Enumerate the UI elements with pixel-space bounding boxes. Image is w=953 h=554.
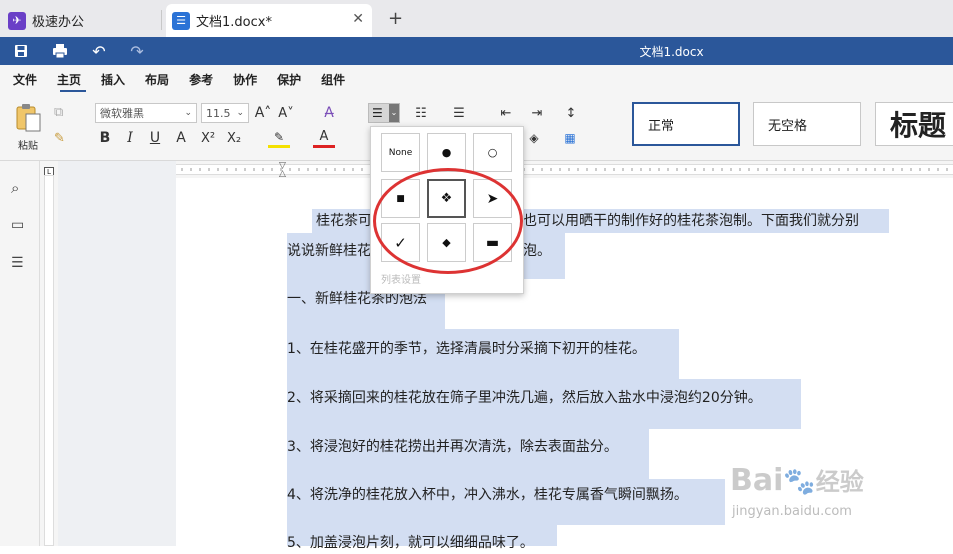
list-item: 5、加盖浸泡片刻，就可以细细品味了。 [287, 535, 534, 551]
decrease-indent-icon[interactable]: ⇤ [496, 103, 516, 123]
menu-insert[interactable]: 插入 [101, 71, 125, 88]
title-bar: ↶ ↷ 文档1.docx [0, 37, 953, 65]
shading-icon[interactable]: ◈ [524, 128, 544, 148]
vertical-ruler: L [40, 161, 58, 546]
filled-circle-icon: ● [441, 146, 452, 159]
horizontal-ruler: ▽ △ [176, 161, 953, 179]
bullet-none-label: None [388, 147, 413, 158]
tab-app-home[interactable]: ✈ 极速办公 [8, 4, 158, 37]
menu-collaborate[interactable]: 协作 [233, 71, 257, 88]
increase-indent-icon[interactable]: ⇥ [527, 103, 547, 123]
chevron-down-icon[interactable]: ⌄ [389, 104, 399, 122]
paragraph-line: 桂花茶可 [316, 213, 372, 229]
italic-button[interactable]: I [121, 128, 139, 148]
borders-icon[interactable]: ▦ [558, 128, 582, 148]
menu-plugins[interactable]: 组件 [321, 71, 345, 88]
ruler-ticks [181, 168, 948, 171]
watermark-brand-text-2: 经验 [815, 468, 864, 496]
font-name-select[interactable]: 微软雅黑 ⌄ [95, 103, 197, 123]
annotation-circle [373, 168, 523, 274]
tab-document[interactable]: ☰ 文档1.docx* ✕ [166, 4, 372, 37]
comments-icon[interactable]: ▭ [11, 217, 24, 233]
style-label: 标题 [890, 109, 947, 142]
multilevel-list-icon[interactable]: ☰ [446, 103, 472, 123]
strikethrough-button[interactable]: A [172, 128, 190, 148]
underline-button[interactable]: U [146, 128, 164, 148]
font-color-icon[interactable]: A [313, 128, 335, 148]
menu-layout[interactable]: 布局 [145, 71, 169, 88]
menu-file[interactable]: 文件 [13, 71, 37, 88]
paw-icon: 🐾 [783, 467, 816, 497]
style-no-spacing[interactable]: 无空格 [753, 102, 861, 146]
grow-font-button[interactable]: A˄ [254, 103, 272, 123]
subscript-button[interactable]: X₂ [223, 128, 245, 148]
highlight-color-icon[interactable]: ✎ [268, 128, 290, 148]
copy-icon[interactable]: ⧉ [54, 105, 63, 120]
menu-protect[interactable]: 保护 [277, 71, 301, 88]
paste-icon[interactable] [14, 103, 42, 133]
list-item: 2、将采摘回来的桂花放在筛子里冲洗几遍，然后放入盐水中浸泡约20分钟。 [287, 390, 762, 406]
list-item: 4、将洗净的桂花放入杯中，冲入沸水，桂花专属香气瞬间飘扬。 [287, 487, 688, 503]
watermark-brand-text: Bai [730, 463, 784, 498]
paragraph-line: 泡。 [523, 243, 551, 259]
left-sidebar: ⌕ ▭ ☰ [0, 161, 40, 546]
paste-label: 粘贴 [18, 141, 38, 152]
font-name-value: 微软雅黑 [100, 107, 144, 120]
navigation-icon[interactable]: ☰ [11, 255, 24, 271]
app-logo-icon: ✈ [8, 11, 26, 30]
tab-divider [161, 10, 162, 30]
font-size-value: 11.5 [206, 106, 231, 120]
clear-format-icon[interactable]: A̶ [318, 103, 340, 123]
font-size-select[interactable]: 11.5 ⌄ [201, 103, 249, 123]
bullet-list-button[interactable]: ☰ ⌄ [368, 103, 400, 123]
close-tab-icon[interactable]: ✕ [352, 11, 364, 27]
style-label: 正常 [648, 118, 675, 134]
hollow-circle-icon: ○ [487, 146, 498, 159]
menu-home[interactable]: 主页 [57, 71, 81, 88]
bullet-filled-circle-option[interactable]: ● [427, 133, 466, 172]
numbered-list-icon[interactable]: ☷ [408, 103, 434, 123]
shrink-font-button[interactable]: A˅ [277, 103, 295, 123]
superscript-button[interactable]: X² [197, 128, 219, 148]
bullet-none-option[interactable]: None [381, 133, 420, 172]
bullet-list-icon: ☰ [372, 106, 383, 120]
chevron-down-icon: ⌄ [236, 108, 244, 118]
tab-label: 文档1.docx* [196, 15, 272, 30]
list-settings-link[interactable]: 列表设置 [381, 271, 421, 286]
window-title: 文档1.docx [639, 45, 704, 59]
bold-button[interactable]: B [96, 128, 114, 148]
new-tab-icon[interactable]: + [388, 8, 403, 29]
watermark-url: jingyan.baidu.com [732, 504, 852, 519]
style-normal[interactable]: 正常 [632, 102, 740, 146]
tab-label: 极速办公 [32, 15, 85, 30]
bullet-hollow-circle-option[interactable]: ○ [473, 133, 512, 172]
line-spacing-icon[interactable]: ↕ [558, 103, 584, 123]
style-label: 无空格 [768, 118, 808, 134]
format-painter-icon[interactable]: ✎ [54, 131, 65, 146]
menu-bar: 文件 主页 插入 布局 参考 协作 保护 组件 [0, 65, 953, 93]
paragraph-line: 说说新鲜桂花 [287, 243, 371, 259]
paragraph-line: 也可以用晒干的制作好的桂花茶泡制。下面我们就分别 [523, 213, 859, 229]
style-heading[interactable]: 标题 [875, 102, 953, 146]
list-item: 1、在桂花盛开的季节，选择清晨时分采摘下初开的桂花。 [287, 341, 646, 357]
chevron-down-icon: ⌄ [184, 108, 192, 118]
menu-references[interactable]: 参考 [189, 71, 213, 88]
document-icon: ☰ [172, 11, 190, 30]
active-menu-underline [60, 90, 86, 92]
search-icon[interactable]: ⌕ [11, 179, 19, 197]
watermark-brand: Bai🐾经验 [730, 462, 864, 498]
tab-bar: ✈ 极速办公 ☰ 文档1.docx* ✕ + [0, 0, 953, 37]
list-item: 3、将浸泡好的桂花捞出并再次清洗，除去表面盐分。 [287, 439, 618, 455]
